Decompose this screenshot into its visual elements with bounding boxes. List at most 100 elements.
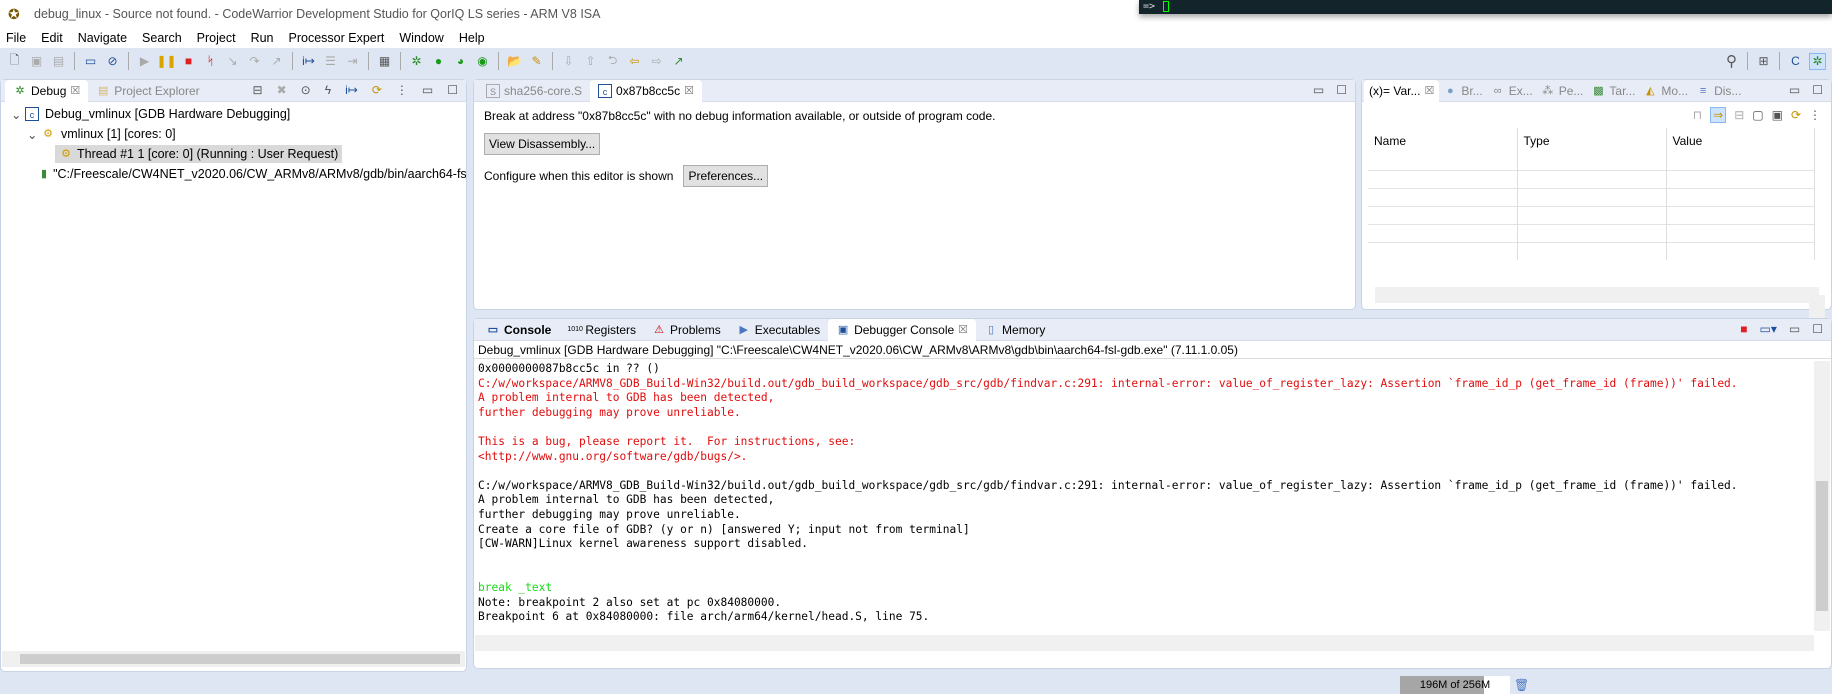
maximize-icon[interactable]: ☐ [447,83,458,97]
menu-project[interactable]: Project [197,31,236,45]
tab-executables[interactable]: ▶ Executables [729,319,828,341]
tree-item-process[interactable]: ⌄ ⚙ vmlinux [1] [cores: 0] [1,124,466,144]
minimize-icon[interactable]: ▭ [422,83,433,97]
pen-icon[interactable]: ✎ [528,53,545,70]
search-icon[interactable]: ⚲ [1723,53,1740,70]
tab-debug[interactable]: ✲ Debug ☒ [5,79,89,102]
tab-breakpoints[interactable]: ● Br... [1439,80,1486,102]
console-icon[interactable]: ▭ [82,53,99,70]
tree-item-gdb[interactable]: ▮ "C:/Freescale/CW4NET_v2020.06/CW_ARMv8/… [1,164,466,184]
vertical-scrollbar[interactable] [1814,361,1830,631]
last-edit-icon[interactable]: ⮌ [604,53,621,70]
back-icon[interactable]: ⇦ [626,53,643,70]
collapse-all-icon[interactable]: ⊟ [1734,108,1744,122]
tab-target[interactable]: ▩ Tar... [1587,80,1639,102]
scrollbar-thumb[interactable] [20,654,460,664]
skip-breakpoints-icon[interactable]: ⊘ [104,53,121,70]
scrollbar-thumb[interactable] [1816,481,1828,611]
instruction-step-icon[interactable]: i↦ [345,83,358,97]
refresh-icon[interactable]: ⟳ [372,83,382,97]
next-annotation-icon[interactable]: ⇩ [560,53,577,70]
view-menu-icon[interactable]: ⋮ [1809,108,1821,122]
menu-processor-expert[interactable]: Processor Expert [289,31,385,45]
minimize-icon[interactable]: ▭ [1789,83,1800,97]
menu-window[interactable]: Window [399,31,443,45]
maximize-icon[interactable]: ☐ [1812,322,1823,336]
tree-item-launch[interactable]: ⌄ c Debug_vmlinux [GDB Hardware Debugging] [1,104,466,124]
tab-sha256-core[interactable]: Ssha256-core.S [478,80,590,102]
tab-disassembly[interactable]: ≡ Dis... [1692,80,1745,102]
debug-icon[interactable]: ✲ [408,53,425,70]
drop-to-frame-icon[interactable]: ⇥ [344,53,361,70]
save-all-icon[interactable]: ▤ [50,53,67,70]
view-menu-icon[interactable]: ⋮ [396,83,408,97]
minimize-icon[interactable]: ▭ [1789,322,1800,336]
view-disassembly-button[interactable]: View Disassembly... [484,133,601,155]
maximize-icon[interactable]: ☐ [1812,83,1823,97]
close-icon[interactable]: ☒ [684,84,694,97]
save-icon[interactable]: ▣ [28,53,45,70]
coverage-icon[interactable]: ◕ [452,53,469,70]
horizontal-scrollbar[interactable] [1375,287,1819,303]
collapse-icon[interactable]: ⊓ [1693,108,1702,122]
show-type-names-icon[interactable]: ⇒ [1710,107,1727,123]
pin-icon[interactable]: ↗ [670,53,687,70]
step-return-icon[interactable]: ↗ [268,53,285,70]
tab-problems[interactable]: ⚠ Problems [644,319,729,341]
close-icon[interactable]: ☒ [1424,84,1434,97]
instruction-step-icon[interactable]: i↦ [300,53,317,70]
tab-modules[interactable]: ◭ Mo... [1639,80,1692,102]
column-name[interactable]: Name [1368,128,1518,170]
refresh-icon[interactable]: ⟳ [1791,108,1801,122]
step-over-icon[interactable]: ↷ [246,53,263,70]
terminate-icon[interactable]: ■ [1740,322,1747,336]
column-type[interactable]: Type [1517,128,1667,170]
tab-console[interactable]: ▭ Console [478,319,559,341]
preferences-button[interactable]: Preferences... [683,165,769,187]
suspend-icon[interactable]: ❚❚ [156,53,176,70]
column-value[interactable]: Value [1666,128,1815,170]
collapse-all-icon[interactable]: ⊟ [253,83,263,97]
run-icon[interactable]: ● [430,53,447,70]
external-tools-icon[interactable]: ◉ [474,53,491,70]
minimize-icon[interactable]: ▭ [1313,83,1324,97]
tab-project-explorer[interactable]: ▤ Project Explorer [88,80,207,102]
menu-file[interactable]: File [6,31,26,45]
new-icon[interactable]: 🗋 [6,53,23,70]
chevron-down-icon[interactable]: ⌄ [11,107,25,122]
pin-icon[interactable]: ▣ [1772,108,1783,122]
close-icon[interactable]: ☒ [70,84,80,97]
forward-icon[interactable]: ⇨ [648,53,665,70]
menu-navigate[interactable]: Navigate [78,31,127,45]
menu-edit[interactable]: Edit [41,31,63,45]
menu-help[interactable]: Help [459,31,485,45]
garbage-collect-icon[interactable]: 🗑 [1514,678,1529,692]
step-into-icon[interactable]: ↘ [224,53,241,70]
console-output[interactable]: 0x0000000087b8cc5c in ?? () C:/w/workspac… [474,359,1831,629]
maximize-icon[interactable]: ☐ [1336,83,1347,97]
open-folder-icon[interactable]: 📂 [506,53,523,70]
lightning-icon[interactable]: ϟ [325,83,331,97]
previous-annotation-icon[interactable]: ⇧ [582,53,599,70]
open-perspective-icon[interactable]: ⊞ [1755,53,1772,70]
tab-peripherals[interactable]: ⁂ Pe... [1537,80,1588,102]
menu-search[interactable]: Search [142,31,182,45]
display-console-icon[interactable]: ▭▾ [1760,322,1777,336]
tree-item-thread[interactable]: ⚙ Thread #1 1 [core: 0] (Running : User R… [1,144,466,164]
resume-icon[interactable]: ▶ [136,53,153,70]
new-window-icon[interactable]: ▢ [1752,108,1763,122]
tab-address[interactable]: c 0x87b8cc5c ☒ [590,79,702,102]
connect-icon[interactable]: ⊙ [301,83,311,97]
use-step-filters-icon[interactable]: ☰ [322,53,339,70]
menu-run[interactable]: Run [251,31,274,45]
horizontal-scrollbar[interactable] [2,651,465,667]
c-perspective-icon[interactable]: C [1787,53,1804,70]
disconnect-icon[interactable]: ᛋ [202,53,219,70]
horizontal-scrollbar[interactable] [475,635,1814,651]
tab-debugger-console[interactable]: ▣ Debugger Console ☒ [828,318,977,341]
tab-registers[interactable]: 1010 Registers [559,319,644,341]
heap-status[interactable]: 196M of 256M 🗑 [1400,676,1530,694]
debug-perspective-icon[interactable]: ✲ [1809,52,1826,70]
tab-variables[interactable]: (x)= Var... ☒ [1364,79,1440,102]
terminate-icon[interactable]: ■ [180,53,197,70]
